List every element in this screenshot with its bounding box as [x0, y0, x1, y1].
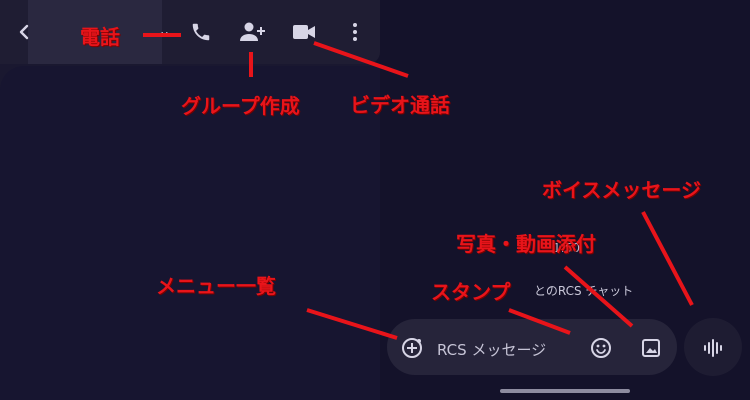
- attach-annotation-line: [563, 265, 634, 328]
- menu-list-annotation: メニュー一覧: [156, 274, 276, 298]
- video-annotation-line: [313, 41, 409, 78]
- menu-annotation-line: [306, 308, 398, 340]
- voice-annotation-line: [641, 211, 694, 306]
- stamp-annotation-line: [508, 308, 571, 335]
- attach-media-annotation: 写真・動画添付: [456, 232, 596, 256]
- video-call-annotation: ビデオ通話: [350, 93, 450, 117]
- voice-message-annotation: ボイスメッセージ: [542, 178, 701, 202]
- create-group-annotation: グループ作成: [181, 94, 300, 118]
- phone-annotation: 電話: [80, 25, 120, 49]
- stamp-annotation: スタンプ: [431, 280, 511, 304]
